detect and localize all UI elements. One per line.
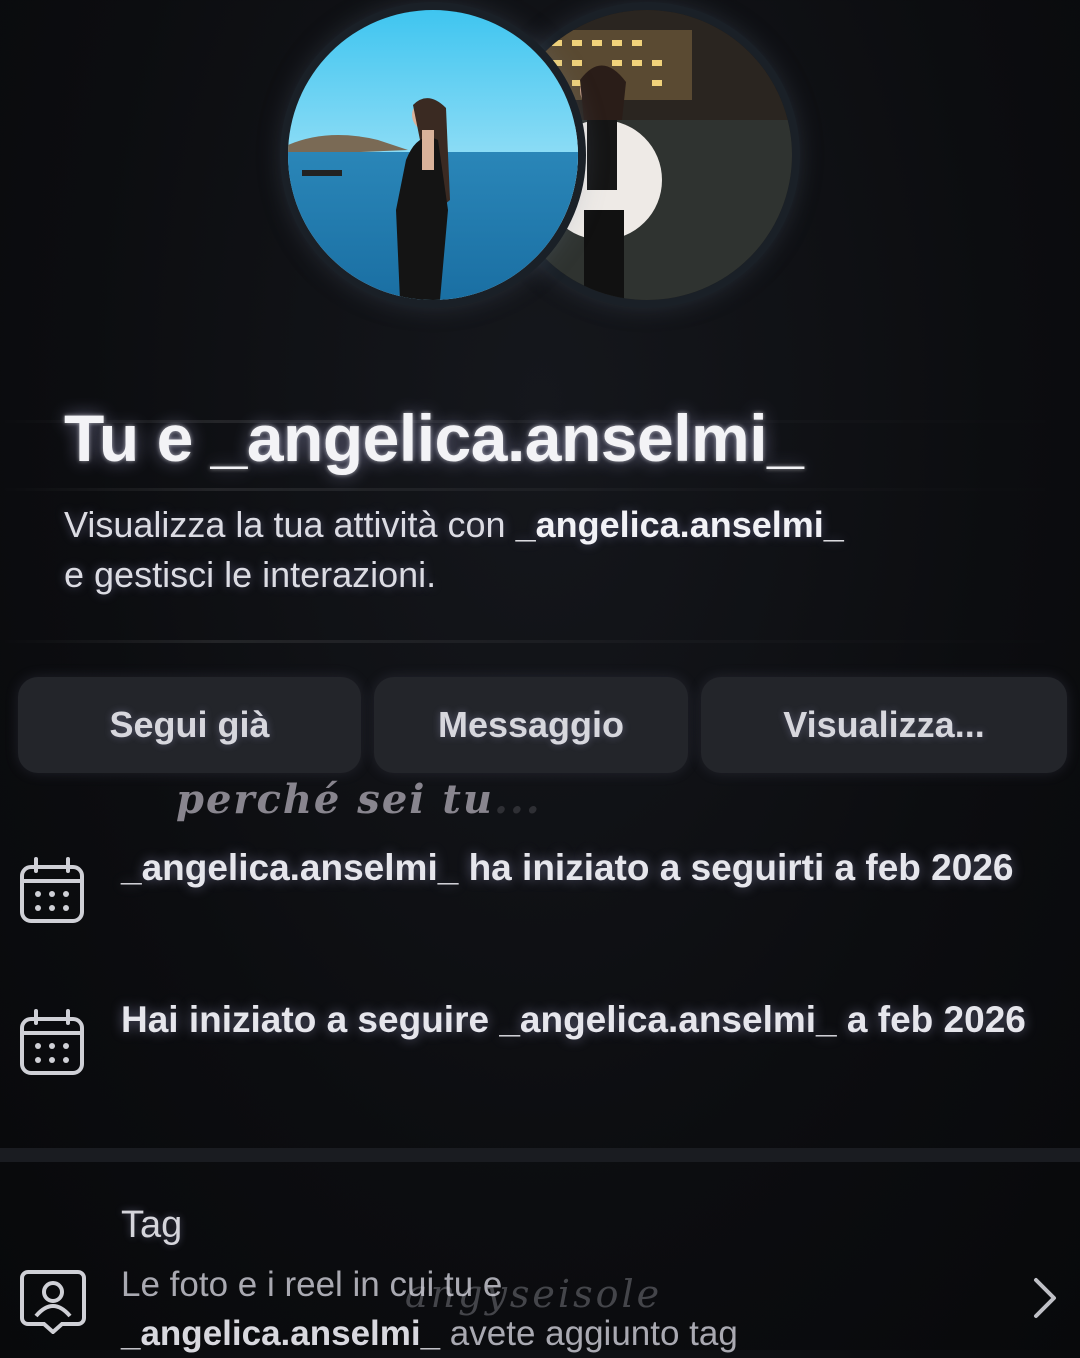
subtitle-username[interactable]: _angelica.anselmi_ [516, 504, 844, 545]
page-title: Tu e _angelica.anselmi_ [64, 401, 804, 475]
chevron-right-icon[interactable] [1030, 1276, 1060, 1320]
script-overlay-faded: ... [493, 776, 542, 823]
message-button[interactable]: Messaggio [374, 677, 688, 773]
script-overlay-main: perché sei tu [176, 776, 494, 823]
glitch-streak [0, 488, 1080, 491]
glitch-streak [0, 640, 1080, 643]
subtitle-prefix: Visualizza la tua attività con [64, 504, 516, 545]
tag-section-title: Tag [121, 1204, 183, 1246]
view-profile-button[interactable]: Visualizza... [701, 677, 1067, 773]
activity-text: _angelica.anselmi_ ha iniziato a seguirt… [121, 847, 1014, 888]
avatar-pair [288, 10, 808, 310]
tag-desc-username: _angelica.anselmi_ [121, 1314, 441, 1353]
subtitle-suffix: e gestisci le interazioni. [64, 554, 437, 595]
page-subtitle: Visualizza la tua attività con _angelica… [64, 500, 1044, 600]
watermark-text: angyseisole [405, 1272, 663, 1316]
tag-desc-suffix: avete aggiunto tag [440, 1314, 738, 1353]
calendar-icon [20, 1009, 84, 1075]
calendar-icon [20, 857, 84, 923]
script-overlay-text: perché sei tu... [176, 776, 542, 823]
tag-person-icon [20, 1270, 86, 1334]
profile-photo-own[interactable] [288, 10, 578, 300]
activity-text: Hai iniziato a seguire _angelica.anselmi… [121, 999, 1026, 1040]
following-button[interactable]: Segui già [18, 677, 361, 773]
section-divider [0, 1148, 1080, 1162]
